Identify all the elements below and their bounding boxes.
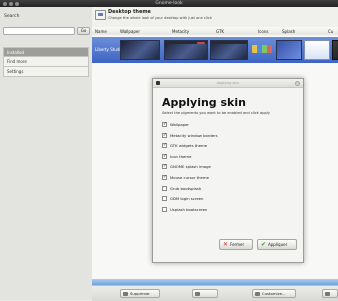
icons-thumbnail [252, 45, 272, 53]
column-header-name[interactable]: Name [95, 29, 107, 34]
customize-icon [255, 291, 260, 296]
option-label: Usplash bootscreen [170, 206, 208, 212]
option-label: GNOME splash image [170, 164, 211, 170]
checkbox[interactable] [162, 185, 167, 191]
window-minimize-button[interactable] [9, 1, 13, 6]
close-icon: ✕ [223, 240, 229, 248]
checkbox[interactable]: ✓ [162, 143, 167, 149]
go-button[interactable]: Go [77, 27, 90, 35]
option-label: Mouse cursor theme [170, 174, 209, 180]
sidebar-item-find-more[interactable]: Find more [3, 57, 89, 67]
checkbox[interactable]: ✓ [162, 174, 167, 180]
checkbox[interactable] [162, 206, 167, 212]
splash-preview-thumbnail [304, 40, 330, 60]
option-label: Metacity window borders [170, 132, 218, 138]
column-header-gtk[interactable]: GTK [216, 29, 224, 34]
apply-theme-button[interactable] [322, 289, 338, 298]
close-dialog-button[interactable]: ✕ Fermer [219, 239, 253, 250]
window-title: Gnome-look [155, 1, 183, 6]
sidebar-item-installed[interactable]: Installed [3, 47, 89, 57]
wallpaper-thumbnail [120, 40, 160, 60]
checkbox[interactable]: ✓ [162, 153, 167, 159]
metacity-thumbnail [164, 40, 208, 60]
option-label: GDM login screen [170, 196, 204, 202]
dialog-close-button[interactable] [295, 80, 300, 86]
page-header: Desktop theme Change the whole look of y… [92, 7, 338, 28]
checkbox[interactable]: ✓ [162, 164, 167, 170]
apply-icon [325, 291, 330, 296]
page-subtitle: Change the whole look of your desktop wi… [108, 15, 212, 20]
check-icon: ✔ [261, 240, 267, 248]
dialog-titlebar: Applying skin [153, 79, 303, 88]
search-label: Search [4, 14, 20, 19]
gtk-thumbnail [210, 40, 248, 60]
column-header-metacity[interactable]: Metacity [172, 29, 189, 34]
dialog-title: Applying skin [216, 81, 240, 85]
checkbox[interactable] [162, 196, 167, 202]
table-row[interactable]: Liberty Studio [92, 37, 338, 63]
window-maximize-button[interactable] [15, 1, 19, 6]
column-header-splash[interactable]: Splash [282, 29, 295, 34]
sidebar-nav: Installed Find more Settings [3, 47, 89, 77]
apply-button-label: Appliquer [268, 242, 288, 247]
option-label: Icon theme [170, 153, 192, 159]
info-button[interactable] [192, 289, 218, 298]
option-label: GTK widgets theme [170, 143, 208, 149]
dialog-heading: Applying skin [162, 96, 246, 109]
sidebar-item-settings[interactable]: Settings [3, 67, 89, 77]
customize-button-label: Customize... [262, 291, 286, 296]
apply-button[interactable]: ✔ Appliquer [257, 239, 297, 250]
delete-button-label: Supprimer [130, 291, 150, 296]
page-title: Desktop theme [108, 9, 151, 15]
close-dialog-label: Fermer [230, 242, 245, 247]
checkbox[interactable]: ✓ [162, 132, 167, 138]
search-input[interactable] [3, 27, 75, 35]
applying-skin-dialog: Applying skin Applying skin Select the p… [152, 78, 304, 263]
option-label: Grub bootsplash [170, 185, 202, 191]
dialog-description: Select the pigments you want to be enabl… [162, 111, 270, 115]
desktop-theme-icon [95, 10, 106, 20]
sidebar: Search Go Installed Find more Settings [0, 7, 93, 300]
delete-button[interactable]: Supprimer [120, 289, 160, 298]
customize-button[interactable]: Customize... [252, 289, 296, 298]
info-icon [195, 291, 200, 296]
splash-thumbnail [276, 40, 302, 60]
window-titlebar: Gnome-look [0, 0, 338, 7]
cursor-thumbnail [332, 40, 338, 60]
delete-icon [123, 291, 128, 296]
column-header-wallpaper[interactable]: Wallpaper [120, 29, 140, 34]
row-theme-name: Liberty Studio [95, 47, 123, 52]
option-label: Wallpaper [170, 122, 189, 127]
column-header-icons[interactable]: Icons [258, 29, 268, 34]
window-close-button[interactable] [3, 1, 7, 6]
checkbox[interactable]: ✓ [162, 122, 167, 127]
column-header-cursor[interactable]: Cu [328, 29, 333, 34]
bottom-toolbar: Supprimer Customize... [92, 285, 338, 301]
